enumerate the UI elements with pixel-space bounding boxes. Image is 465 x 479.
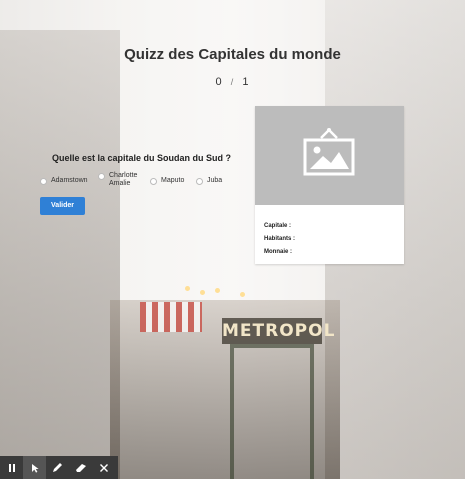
population-label: Habitants :	[264, 236, 296, 242]
question-text: Quelle est la capitale du Soudan du Sud …	[52, 153, 232, 163]
pen-icon	[53, 463, 62, 472]
capital-label: Capitale :	[264, 223, 292, 229]
radio-button[interactable]	[40, 177, 47, 185]
score-total: 1	[242, 76, 250, 88]
pointer-icon	[31, 463, 39, 473]
country-image-placeholder	[255, 106, 404, 205]
close-button[interactable]	[92, 456, 115, 479]
street-lamp	[200, 290, 205, 295]
street-lamp	[215, 288, 220, 293]
close-icon	[99, 463, 108, 472]
option-label: Adamstown	[51, 177, 88, 184]
eraser-tool-button[interactable]	[69, 456, 92, 479]
validate-button[interactable]: Valider	[40, 197, 85, 215]
score-counter: 0 / 1	[0, 76, 465, 88]
radio-button[interactable]	[196, 177, 203, 185]
option-label: Maputo	[161, 177, 185, 184]
quiz-title: Quizz des Capitales du monde	[124, 46, 341, 63]
pen-tool-button[interactable]	[46, 456, 69, 479]
eraser-icon	[75, 464, 86, 472]
street-lamp	[240, 292, 245, 297]
currency-label: Monnaie :	[264, 249, 292, 255]
option-adamstown[interactable]: Adamstown	[40, 177, 88, 185]
option-label: Juba	[207, 177, 223, 184]
score-separator: /	[230, 77, 235, 87]
option-maputo[interactable]: Maputo	[150, 177, 184, 185]
radio-button[interactable]	[150, 177, 157, 185]
country-info: Capitale : Habitants : Monnaie :	[264, 222, 295, 261]
metro-sign: METROPOL	[222, 318, 334, 344]
drawing-toolbar	[0, 456, 118, 479]
radio-button[interactable]	[98, 172, 105, 180]
score-current: 0	[215, 76, 223, 88]
pause-button[interactable]	[0, 456, 23, 479]
building-left	[0, 30, 120, 479]
option-label: Charlotte Amalie	[109, 172, 138, 187]
image-placeholder-icon	[303, 128, 355, 176]
option-juba[interactable]: Juba	[196, 177, 222, 185]
option-charlotte-amalie[interactable]: Charlotte Amalie	[98, 172, 137, 188]
pointer-tool-button[interactable]	[23, 456, 46, 479]
street-lamp	[185, 286, 190, 291]
country-info-card: Capitale : Habitants : Monnaie :	[255, 106, 404, 264]
striped-awning	[140, 302, 202, 332]
metro-entrance	[230, 344, 314, 479]
pause-icon	[8, 463, 15, 472]
